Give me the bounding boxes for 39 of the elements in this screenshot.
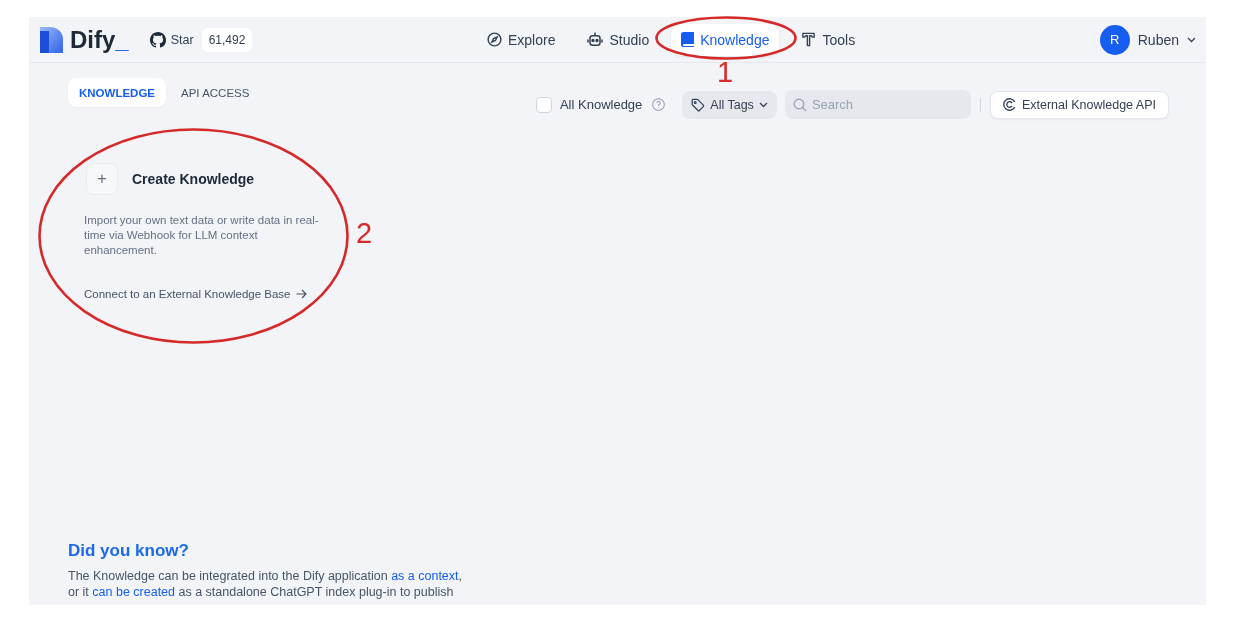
inline-link[interactable]: can be created (92, 585, 175, 599)
logo-icon (40, 26, 63, 53)
nav-tab[interactable]: Studio (577, 23, 660, 56)
star-count: 61,492 (201, 27, 253, 52)
tip-text: The Knowledge can be integrated into the Dify application as a context, or it can be created as a standalone ChatGPT index plug-in to publish (68, 568, 463, 600)
concentric-arcs-icon (1002, 98, 1016, 111)
github-icon (149, 31, 166, 48)
chevron-down-icon (1187, 36, 1196, 43)
add-button[interactable]: + (86, 163, 118, 195)
external-knowledge-link[interactable]: Connect to an External Knowledge Base (84, 288, 307, 300)
github-star-button[interactable]: Star (149, 27, 194, 52)
nav-tab[interactable]: Tools (791, 23, 866, 56)
tag-icon (691, 97, 706, 112)
tab[interactable]: API ACCESS (170, 78, 261, 107)
external-knowledge-api-button[interactable]: External Knowledge API (989, 90, 1169, 119)
nav-tab[interactable]: Explore (477, 23, 566, 56)
t-shape-icon (801, 32, 817, 47)
chevron-down-icon (758, 101, 768, 108)
compass-icon (487, 32, 502, 47)
arrow-right-icon (295, 289, 307, 299)
search-field[interactable]: Search (784, 90, 971, 119)
annotation-number: 1 (717, 58, 734, 87)
tip-title: Did you know? (68, 540, 189, 562)
logo-text: Dify_ (70, 27, 129, 52)
help-icon[interactable] (652, 98, 666, 111)
user-avatar: R (1099, 24, 1130, 55)
card-title: Create Knowledge (132, 171, 255, 187)
nav-tab[interactable]: Knowledge (671, 23, 780, 56)
search-icon (792, 97, 807, 112)
checkbox-label: All Knowledge (559, 97, 643, 112)
book-icon (681, 32, 695, 47)
checkbox[interactable] (535, 96, 552, 113)
inline-link[interactable]: as a context (391, 569, 459, 583)
tab[interactable]: KNOWLEDGE (68, 78, 167, 107)
tags-dropdown[interactable]: All Tags (682, 90, 777, 119)
annotation-number: 2 (356, 219, 373, 248)
robot-icon (587, 32, 604, 47)
user-menu[interactable]: R Ruben (1099, 24, 1196, 55)
card-description: Import your own text data or write data in real-time via Webhook for LLM context enhancement. (84, 213, 320, 258)
